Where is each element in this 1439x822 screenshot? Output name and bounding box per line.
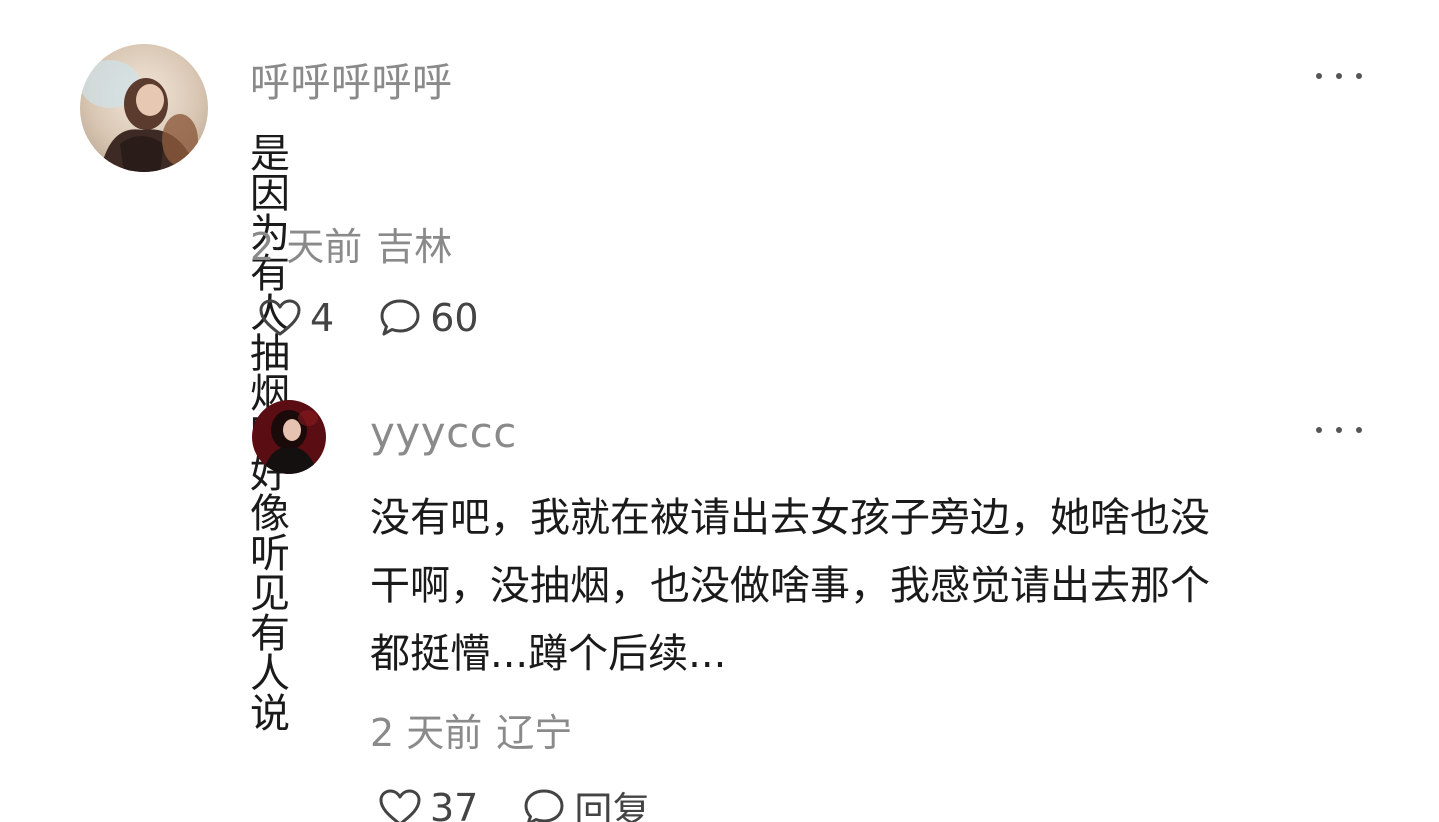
heart-outline-icon (379, 789, 421, 822)
reply-button[interactable]: 回复 (522, 780, 650, 822)
location: 吉林 (376, 225, 453, 269)
like-button[interactable]: 4 (258, 296, 334, 340)
reply-count: 60 (430, 296, 479, 340)
reply-text-line: 干啊，没抽烟，也没做啥事，我感觉请出去那个 (370, 563, 1210, 609)
more-horizontal-icon (1316, 427, 1322, 433)
more-options-button[interactable] (1316, 420, 1362, 440)
more-horizontal-icon (1336, 427, 1342, 433)
avatar[interactable] (80, 44, 208, 172)
more-horizontal-icon (1356, 427, 1362, 433)
comment-thread: 呼呼呼呼呼 是因为有人抽烟吗 好像听见有人说 2 天前吉林 4 60 (0, 0, 1439, 822)
like-count: 4 (310, 296, 335, 340)
reply-text-line: 没有吧，我就在被请出去女孩子旁边，她啥也没 (370, 495, 1210, 541)
reply-text-line: 都挺懵...蹲个后续... (370, 631, 727, 677)
like-count: 37 (430, 785, 479, 822)
username[interactable]: 呼呼呼呼呼 (250, 50, 453, 108)
avatar-image (252, 400, 326, 474)
reply-count-button[interactable]: 60 (378, 296, 479, 340)
location: 辽宁 (496, 711, 573, 755)
avatar[interactable] (252, 400, 326, 474)
comment-actions: 4 60 (258, 296, 479, 340)
avatar-image (80, 44, 208, 172)
reply-label: 回复 (574, 789, 651, 822)
reply-text: 没有吧，我就在被请出去女孩子旁边，她啥也没 干啊，没抽烟，也没做啥事，我感觉请出… (370, 484, 1370, 688)
timestamp: 2 天前 (250, 225, 363, 269)
comment-meta: 2 天前 吉林 (250, 216, 452, 271)
more-horizontal-icon (1336, 73, 1342, 79)
reply-actions: 37 回复 (378, 780, 650, 822)
like-button[interactable]: 37 (378, 786, 478, 822)
speech-bubble-icon (524, 789, 564, 822)
heart-outline-icon (259, 299, 301, 336)
more-horizontal-icon (1316, 73, 1322, 79)
reply-meta: 2 天前 辽宁 (370, 702, 572, 757)
more-horizontal-icon (1356, 73, 1362, 79)
speech-bubble-icon (380, 299, 420, 336)
more-options-button[interactable] (1316, 66, 1362, 86)
username[interactable]: yyyccc (370, 408, 517, 457)
timestamp: 2 天前 (370, 711, 483, 755)
